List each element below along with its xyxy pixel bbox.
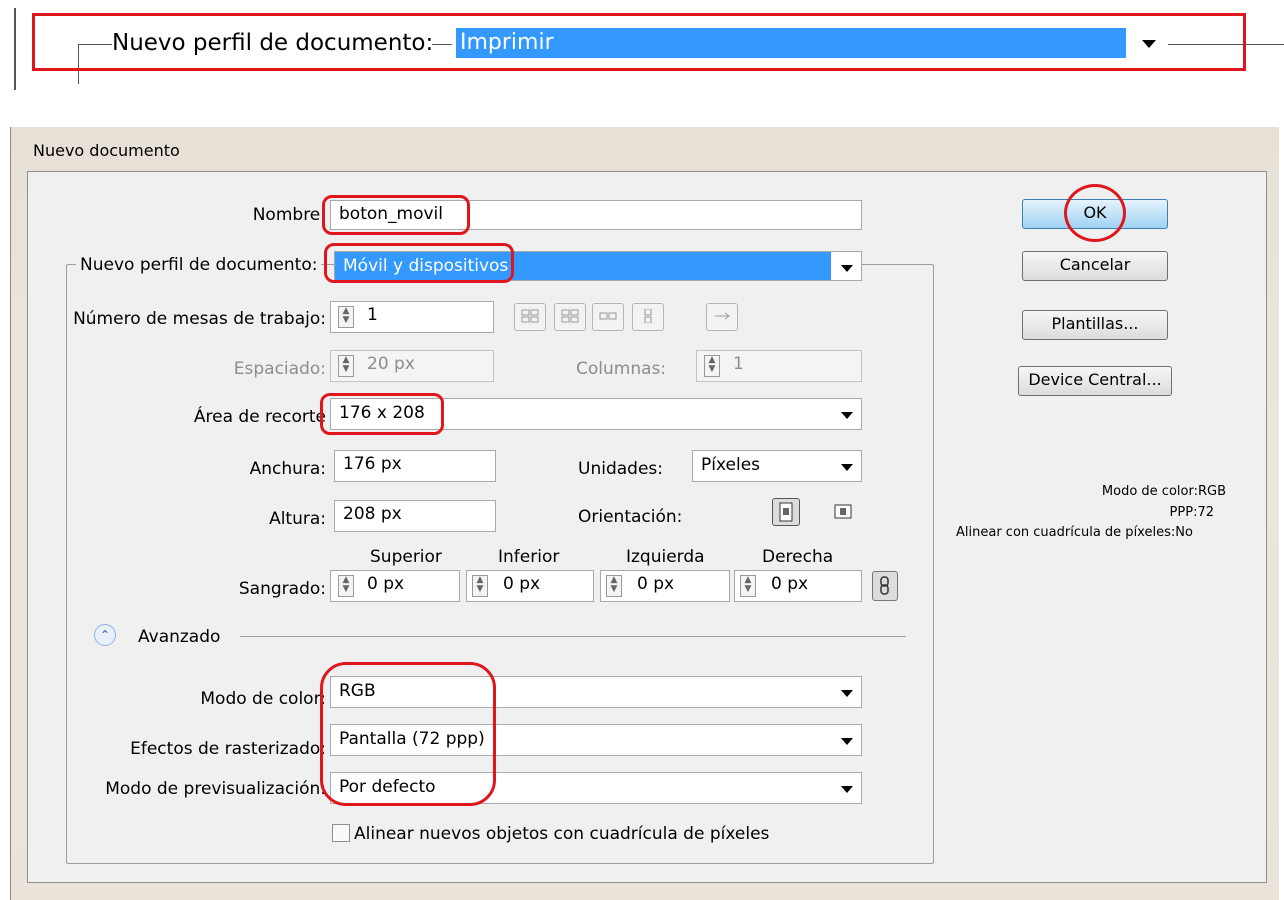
highlight-box	[320, 662, 496, 806]
advanced-label: Avanzado	[138, 627, 221, 647]
bleed-right-spinner[interactable]: ▲ ▼	[740, 575, 756, 597]
artboards-input[interactable]: 1	[330, 301, 494, 333]
raster-effects-label: Efectos de rasterizado:	[130, 739, 326, 759]
link-chain-icon[interactable]	[872, 571, 898, 601]
crop-area-label: Área de recorte	[193, 407, 326, 427]
units-value: Píxeles	[701, 455, 761, 475]
spacing-label: Espaciado:	[233, 359, 326, 379]
width-input[interactable]: 176 px	[334, 450, 496, 482]
chevron-down-icon[interactable]	[841, 690, 853, 697]
width-label: Anchura:	[249, 459, 326, 479]
preview-mode-label: Modo de previsualización:	[105, 779, 326, 799]
divider	[14, 8, 16, 90]
bleed-header-bottom: Inferior	[498, 547, 560, 567]
grid-by-row-icon[interactable]	[514, 303, 546, 331]
collapse-advanced-icon[interactable]: ⌃	[94, 624, 116, 646]
height-label: Altura:	[269, 509, 326, 529]
chevron-down-icon[interactable]	[841, 786, 853, 793]
align-pixel-grid-label: Alinear nuevos objetos con cuadrícula de…	[354, 824, 770, 844]
spacing-spinner[interactable]: ▲ ▼	[338, 355, 354, 377]
align-pixel-grid-checkbox[interactable]	[332, 824, 350, 842]
bleed-top-spinner[interactable]: ▲ ▼	[338, 575, 354, 597]
divider	[240, 636, 906, 637]
highlight-box	[320, 393, 444, 435]
cancel-button[interactable]: Cancelar	[1022, 251, 1168, 281]
highlight-box	[324, 243, 514, 283]
landscape-orientation-icon[interactable]	[830, 498, 858, 526]
orientation-label: Orientación:	[578, 507, 683, 527]
right-to-left-icon[interactable]	[706, 303, 738, 331]
arrange-by-row-icon[interactable]	[592, 303, 624, 331]
bleed-label: Sangrado:	[238, 579, 326, 599]
highlight-box	[322, 195, 470, 235]
grid-by-column-icon[interactable]	[554, 303, 586, 331]
color-mode-label: Modo de color:	[200, 689, 326, 709]
height-input[interactable]: 208 px	[334, 500, 496, 532]
name-label: Nombre:	[252, 205, 326, 225]
bleed-header-left: Izquierda	[626, 547, 705, 567]
dialog-title: Nuevo documento	[33, 141, 180, 160]
chevron-down-icon[interactable]	[841, 738, 853, 745]
chevron-down-icon[interactable]	[841, 412, 853, 419]
info-align: Alinear con cuadrícula de píxeles:No	[956, 525, 1193, 540]
device-central-button[interactable]: Device Central...	[1018, 366, 1172, 396]
profile-zoom-strip: Nuevo perfil de documento: Imprimir	[0, 0, 1284, 95]
artboards-spinner[interactable]: ▲ ▼	[338, 306, 354, 328]
artboards-label: Número de mesas de trabajo:	[73, 309, 326, 329]
chevron-down-icon[interactable]	[841, 265, 853, 272]
highlight-circle	[1064, 184, 1126, 242]
info-ppp: PPP:72	[1169, 505, 1214, 520]
bleed-header-top: Superior	[370, 547, 442, 567]
bleed-bottom-spinner[interactable]: ▲ ▼	[472, 575, 488, 597]
profile-group-label: Nuevo perfil de documento:	[76, 254, 322, 276]
highlight-box	[32, 13, 1246, 71]
units-dropdown[interactable]: Píxeles	[692, 450, 862, 482]
columns-label: Columnas:	[576, 359, 667, 379]
spacing-input[interactable]: 20 px	[330, 350, 494, 382]
templates-button[interactable]: Plantillas...	[1022, 310, 1168, 340]
info-color-mode: Modo de color:RGB	[1101, 484, 1226, 499]
columns-input[interactable]: 1	[696, 350, 862, 382]
units-label: Unidades:	[578, 459, 663, 479]
bleed-left-spinner[interactable]: ▲ ▼	[606, 575, 622, 597]
columns-spinner[interactable]: ▲ ▼	[704, 355, 720, 377]
portrait-orientation-icon[interactable]	[772, 498, 800, 526]
bleed-header-right: Derecha	[762, 547, 834, 567]
chevron-down-icon[interactable]	[841, 464, 853, 471]
arrange-by-column-icon[interactable]	[632, 303, 664, 331]
title-bar: Nuevo documento	[11, 127, 1279, 171]
